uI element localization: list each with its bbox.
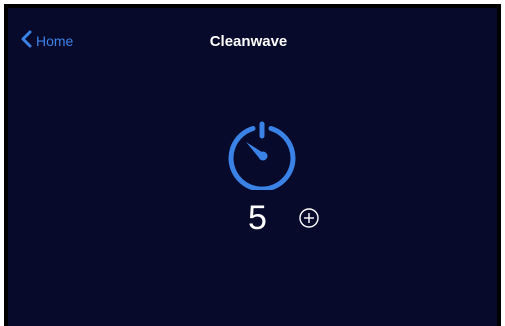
increment-button[interactable] [298,207,320,229]
plus-circle-icon [298,208,320,233]
page-title: Cleanwave [209,33,288,50]
timer-value: 5 [248,199,267,237]
timer-icon [226,118,298,192]
app-screen: Home Cleanwave 5 [4,4,501,326]
